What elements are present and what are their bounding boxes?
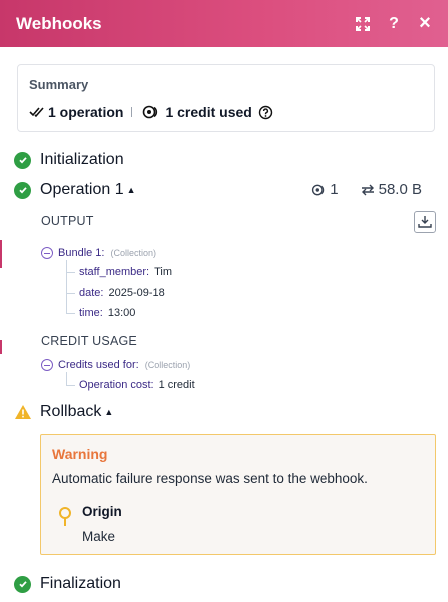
step-label: Operation 1 bbox=[40, 181, 124, 198]
warning-triangle-icon bbox=[15, 405, 31, 419]
step-rollback[interactable]: Rollback ▲ bbox=[14, 403, 113, 421]
step-label: Rollback bbox=[40, 403, 102, 420]
operation-stats: 1 58.0 B bbox=[311, 181, 422, 198]
success-check-icon bbox=[14, 181, 31, 199]
operations-count: 1 operation bbox=[48, 104, 124, 120]
step-finalization[interactable]: Finalization bbox=[14, 575, 121, 593]
step-label: Finalization bbox=[40, 575, 121, 592]
tree-field: Operation cost: 1 credit bbox=[66, 379, 195, 391]
origin-value: Make bbox=[82, 529, 116, 544]
transfer-arrows-icon bbox=[361, 184, 374, 195]
panel-header: Webhooks ? × bbox=[0, 0, 448, 47]
step-label: Initialization bbox=[40, 151, 124, 168]
caret-up-icon[interactable]: ▲ bbox=[127, 185, 136, 195]
bundle-node[interactable]: Bundle 1: (Collection) bbox=[41, 247, 156, 259]
credits-label: Credits used for: bbox=[58, 359, 139, 371]
summary-title: Summary bbox=[29, 77, 89, 92]
warning-message: Automatic failure response was sent to t… bbox=[52, 471, 368, 486]
panel-title: Webhooks bbox=[16, 13, 102, 33]
expand-icon bbox=[356, 16, 370, 31]
tree-field: date: 2025-09-18 bbox=[66, 287, 165, 299]
credits-node[interactable]: Credits used for: (Collection) bbox=[41, 359, 190, 371]
operation-data-size: 58.0 B bbox=[378, 181, 422, 198]
success-check-icon bbox=[14, 575, 31, 593]
output-heading: OUTPUT bbox=[41, 214, 94, 228]
info-icon[interactable] bbox=[258, 105, 273, 120]
tree-field: time: 13:00 bbox=[66, 307, 135, 319]
expand-button[interactable] bbox=[348, 9, 378, 39]
step-initialization[interactable]: Initialization bbox=[14, 151, 124, 169]
left-edge-marker bbox=[0, 340, 2, 354]
success-check-icon bbox=[14, 151, 31, 169]
origin-pin-icon bbox=[59, 507, 71, 526]
summary-stats: 1 operation 1 credit used bbox=[29, 104, 273, 120]
download-button[interactable] bbox=[414, 211, 436, 233]
bundle-type: (Collection) bbox=[110, 248, 156, 258]
operation-credit-count: 1 bbox=[330, 181, 339, 198]
header-buttons: ? × bbox=[348, 9, 440, 39]
summary-card: Summary 1 operation 1 credit used bbox=[17, 64, 435, 132]
bundle-label: Bundle 1: bbox=[58, 247, 105, 259]
collapse-icon[interactable] bbox=[41, 247, 53, 259]
left-edge-marker bbox=[0, 240, 2, 268]
double-check-icon bbox=[29, 107, 44, 118]
credits-used: 1 credit used bbox=[165, 104, 252, 120]
credit-usage-heading: CREDIT USAGE bbox=[41, 334, 137, 348]
close-button[interactable]: × bbox=[410, 9, 440, 39]
collapse-icon[interactable] bbox=[41, 359, 53, 371]
help-button[interactable]: ? bbox=[379, 9, 409, 39]
credits-type: (Collection) bbox=[144, 360, 191, 370]
step-operation[interactable]: Operation 1 ▲ bbox=[14, 181, 136, 199]
origin-label: Origin bbox=[82, 504, 122, 519]
summary-separator bbox=[131, 107, 133, 117]
caret-up-icon[interactable]: ▲ bbox=[104, 407, 113, 417]
credit-icon bbox=[312, 184, 325, 195]
download-icon bbox=[418, 216, 432, 228]
warning-box: Warning Automatic failure response was s… bbox=[40, 434, 436, 555]
credit-icon bbox=[143, 105, 158, 119]
warning-title: Warning bbox=[52, 446, 108, 462]
tree-field: staff_member: Tim bbox=[66, 266, 172, 278]
